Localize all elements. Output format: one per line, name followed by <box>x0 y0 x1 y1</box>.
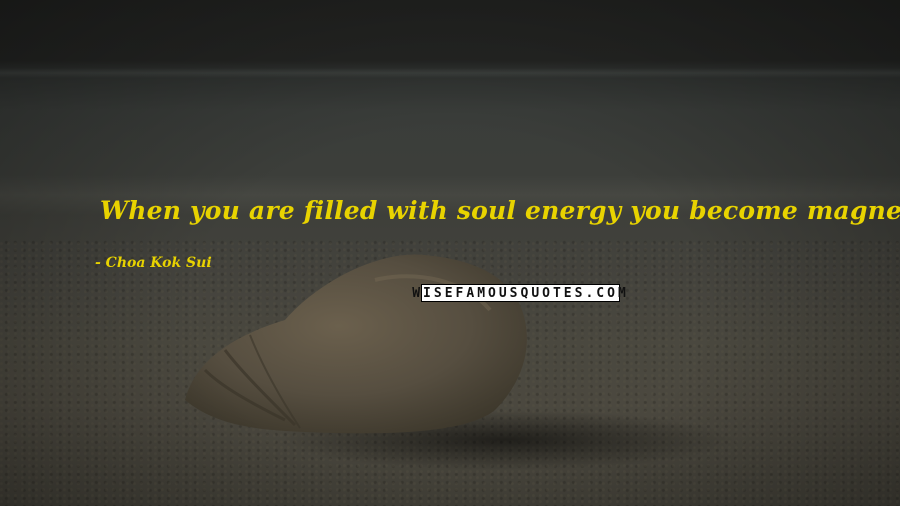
background-photo: When you are filled with soul energy you… <box>0 0 900 506</box>
watermark-text: WISEFAMOUSQUOTES.COM <box>412 285 629 301</box>
quote-text: When you are filled with soul energy you… <box>100 196 900 225</box>
watermark-badge: WISEFAMOUSQUOTES.COM <box>412 284 626 302</box>
vignette <box>0 0 900 506</box>
quote-author: - Choa Kok Sui <box>95 255 212 271</box>
